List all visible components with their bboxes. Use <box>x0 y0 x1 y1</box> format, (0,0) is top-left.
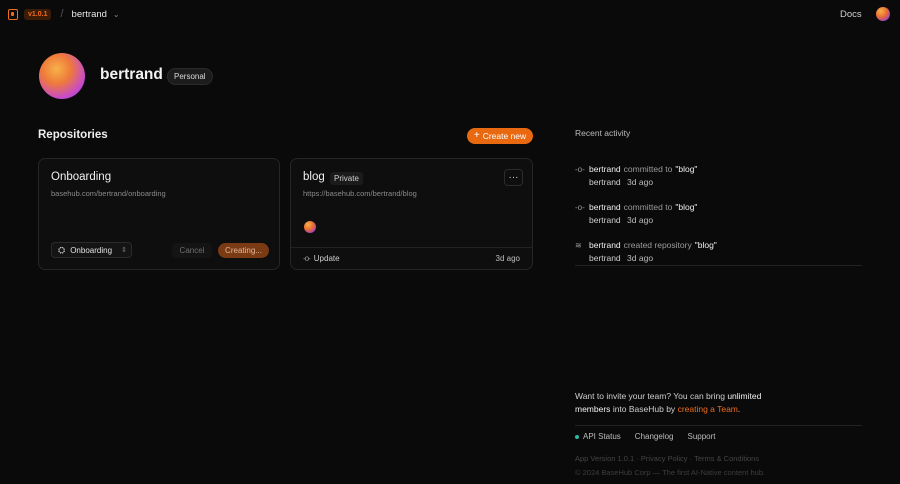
activity-time: 3d ago <box>627 177 654 187</box>
user-avatar[interactable] <box>876 7 890 21</box>
repository-card-onboarding[interactable]: Onboarding basehub.com/bertrand/onboardi… <box>38 158 280 270</box>
account-type-badge: Personal <box>167 68 213 85</box>
creating-button[interactable]: Creating... <box>218 243 269 258</box>
support-link[interactable]: Support <box>688 432 716 441</box>
activity-action: committed to <box>623 164 673 174</box>
activity-item: ≋ bertrand created repository "blog" ber… <box>575 240 862 263</box>
footer-copyright: © 2024 BaseHub Corp — The first AI-Nativ… <box>575 468 766 477</box>
activity-action: created repository <box>623 240 692 250</box>
repository-url: https://basehub.com/bertrand/blog <box>303 189 417 198</box>
activity-user: bertrand <box>589 177 621 187</box>
plus-icon: + <box>473 130 480 141</box>
card-footer: -o- Update 3d ago <box>291 247 532 270</box>
activity-time: 3d ago <box>627 253 654 263</box>
activity-item: -o- bertrand committed to "blog" bertran… <box>575 164 862 187</box>
last-update[interactable]: -o- Update <box>303 254 340 263</box>
activity-action: committed to <box>623 202 673 212</box>
template-select-value: Onboarding <box>70 245 113 255</box>
repository-url: basehub.com/bertrand/onboarding <box>51 189 166 198</box>
create-team-link[interactable]: creating a Team <box>678 404 738 414</box>
activity-divider <box>575 265 862 266</box>
more-options-button[interactable]: ··· <box>504 169 523 186</box>
status-indicator-icon <box>575 434 579 439</box>
changelog-link[interactable]: Changelog <box>635 432 674 441</box>
chevron-updown-icon: ⇕ <box>121 247 127 254</box>
layers-icon: ≋ <box>575 240 582 250</box>
activity-item: -o- bertrand committed to "blog" bertran… <box>575 202 862 225</box>
invite-suffix: . <box>737 404 741 414</box>
version-badge: v1.0.1 <box>24 8 52 20</box>
footer-divider <box>575 425 862 426</box>
recent-activity-heading: Recent activity <box>575 128 631 138</box>
template-select[interactable]: ⛭ Onboarding ⇕ <box>51 242 132 258</box>
footer-meta[interactable]: App Version 1.0.1 · Privacy Policy · Ter… <box>575 454 759 463</box>
api-status-label: API Status <box>583 432 621 441</box>
create-new-button[interactable]: + Create new <box>467 128 533 144</box>
activity-actor[interactable]: bertrand <box>589 164 621 174</box>
activity-user: bertrand <box>589 215 621 225</box>
docs-link[interactable]: Docs <box>840 9 862 20</box>
activity-actor[interactable]: bertrand <box>589 240 621 250</box>
commit-icon: -o- <box>303 254 311 263</box>
profile-name: bertrand <box>100 66 163 83</box>
invite-prefix: Want to invite your team? You can bring <box>575 391 725 401</box>
chevron-down-icon[interactable]: ⌄ <box>113 10 120 19</box>
repositories-heading: Repositories <box>38 129 108 141</box>
top-navigation-bar: v1.0.1 / bertrand ⌄ <box>0 0 900 28</box>
commit-icon: -o- <box>575 202 585 212</box>
repository-title[interactable]: blog <box>303 171 325 183</box>
activity-target[interactable]: "blog" <box>675 202 697 212</box>
invite-middle: into BaseHub by <box>612 404 676 414</box>
account-switcher-label[interactable]: bertrand <box>72 9 107 20</box>
repository-card-blog[interactable]: blog Private ··· https://basehub.com/ber… <box>290 158 533 270</box>
activity-target[interactable]: "blog" <box>695 240 717 250</box>
profile-avatar <box>39 53 85 99</box>
repository-title: Onboarding <box>51 171 112 183</box>
update-time: 3d ago <box>495 254 520 263</box>
activity-target[interactable]: "blog" <box>675 164 697 174</box>
visibility-badge: Private <box>330 172 363 185</box>
rocket-icon: ⛭ <box>58 244 66 255</box>
contributor-avatar <box>304 221 316 233</box>
commit-icon: -o- <box>575 164 585 174</box>
invite-team-text: Want to invite your team? You can bring … <box>575 390 790 416</box>
cancel-button[interactable]: Cancel <box>172 243 212 258</box>
create-new-label: Create new <box>482 131 527 141</box>
basehub-logo-icon[interactable] <box>8 8 18 20</box>
api-status-link[interactable]: API Status <box>575 432 621 441</box>
update-label: Update <box>313 254 340 263</box>
footer-links: API Status Changelog Support <box>575 432 716 441</box>
breadcrumb-separator: / <box>60 8 64 20</box>
activity-time: 3d ago <box>627 215 654 225</box>
activity-actor[interactable]: bertrand <box>589 202 621 212</box>
activity-user: bertrand <box>589 253 621 263</box>
